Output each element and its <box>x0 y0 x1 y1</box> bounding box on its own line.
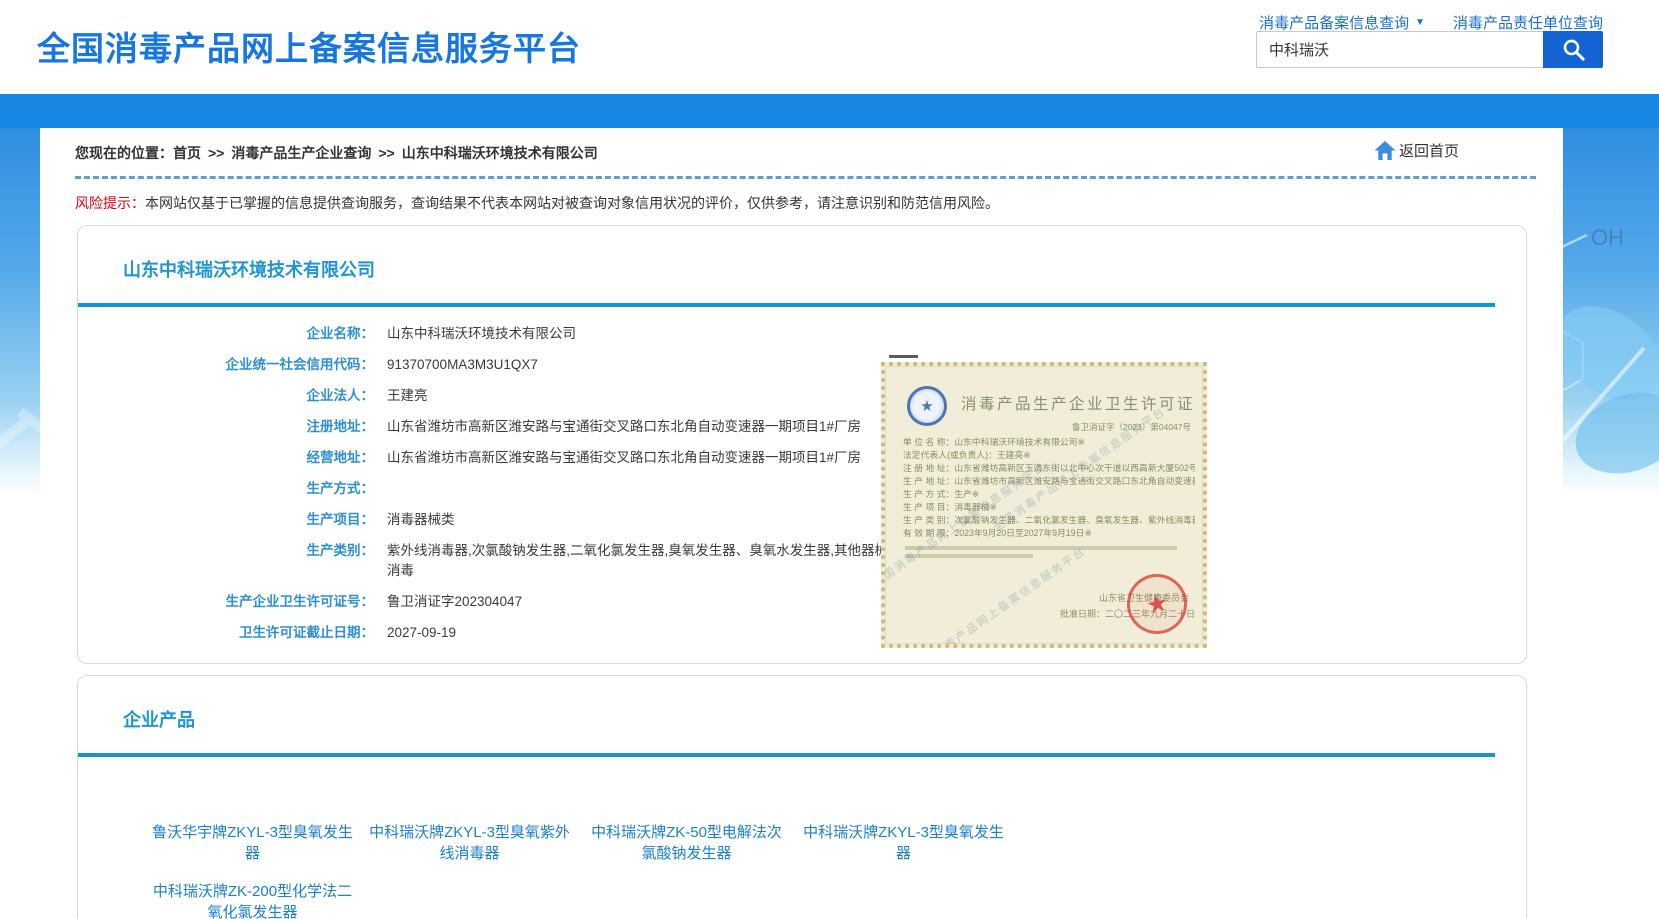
product-link[interactable]: 中科瑞沃牌ZKYL-3型臭氧紫外线消毒器 <box>367 822 572 864</box>
field-label: 生产方式： <box>78 479 374 499</box>
certificate-line: 注 册 地 址：山东省潍坊高新区玉清东街以北中心次干道以西高新大厦502号科研※ <box>903 462 1195 475</box>
small-dash-mark <box>889 355 918 358</box>
company-info-card: 山东中科瑞沃环境技术有限公司 企业名称： 山东中科瑞沃环境技术有限公司 企业统一… <box>77 225 1527 664</box>
field-row: 注册地址： 山东省潍坊市高新区潍安路与宝通街交叉路口东北角自动变速器一期项目1#… <box>78 417 898 437</box>
field-value: 91370700MA3M3U1QX7 <box>387 355 538 375</box>
field-value: 山东省潍坊市高新区潍安路与宝通街交叉路口东北角自动变速器一期项目1#厂房 <box>387 417 861 437</box>
products-heading: 企业产品 <box>123 706 195 732</box>
field-label: 经营地址： <box>78 448 374 468</box>
field-value: 王建亮 <box>387 386 428 406</box>
field-label: 生产企业卫生许可证号： <box>78 592 374 612</box>
site-header: 全国消毒产品网上备案信息服务平台 消毒产品备案信息查询 ▼ 消毒产品责任单位查询 <box>0 0 1659 94</box>
field-value: 紫外线消毒器,次氯酸钠发生器,二氧化氯发生器,臭氧发生器、臭氧水发生器,其他器械… <box>387 541 892 581</box>
search-input[interactable] <box>1256 31 1543 68</box>
field-row: 生产类别： 紫外线消毒器,次氯酸钠发生器,二氧化氯发生器,臭氧发生器、臭氧水发生… <box>78 541 898 581</box>
field-row: 经营地址： 山东省潍坊市高新区潍安路与宝通街交叉路口东北角自动变速器一期项目1#… <box>78 448 898 468</box>
field-row: 生产方式： <box>78 479 898 499</box>
svg-text:OH: OH <box>1591 225 1624 250</box>
breadcrumb-separator: >> <box>378 145 394 161</box>
field-label: 注册地址： <box>78 417 374 437</box>
caret-down-icon: ▼ <box>1415 17 1425 28</box>
field-label: 生产项目： <box>78 510 374 530</box>
field-row: 生产项目： 消毒器械类 <box>78 510 898 530</box>
product-link[interactable]: 鲁沃华宇牌ZKYL-3型臭氧发生器 <box>150 822 355 864</box>
breadcrumb-prefix: 您现在的位置： <box>75 145 173 161</box>
national-emblem-icon: ★ <box>907 386 947 426</box>
nav-responsible-unit-query-link[interactable]: 消毒产品责任单位查询 <box>1453 12 1603 33</box>
field-row: 企业法人： 王建亮 <box>78 386 898 406</box>
company-fields: 企业名称： 山东中科瑞沃环境技术有限公司 企业统一社会信用代码： 9137070… <box>78 324 898 654</box>
field-label: 企业法人： <box>78 386 374 406</box>
field-value: 山东中科瑞沃环境技术有限公司 <box>387 324 576 344</box>
section-divider <box>78 303 1495 307</box>
certificate-watermark: 全国消毒产品网上备案信息服务平台 <box>909 543 1089 648</box>
certificate-fine-print <box>905 546 1177 550</box>
field-label: 企业名称： <box>78 324 374 344</box>
red-seal-icon: ★ <box>1121 568 1192 639</box>
breadcrumb-current: 山东中科瑞沃环境技术有限公司 <box>402 145 598 161</box>
field-label: 卫生许可证截止日期： <box>78 623 374 643</box>
field-row: 卫生许可证截止日期： 2027-09-19 <box>78 623 898 643</box>
field-row: 企业名称： 山东中科瑞沃环境技术有限公司 <box>78 324 898 344</box>
field-label: 生产类别： <box>78 541 374 581</box>
certificate-line: 生 产 项 目：消毒器械※ <box>903 501 1195 514</box>
search-icon <box>1560 36 1587 63</box>
nav-filing-query-link[interactable]: 消毒产品备案信息查询 <box>1259 12 1409 33</box>
certificate-line: 法定代表人(或负责人)：王建亮※ <box>903 449 1195 462</box>
back-home-link[interactable]: 返回首页 <box>1373 140 1459 161</box>
product-link[interactable]: 中科瑞沃牌ZK-50型电解法次氯酸钠发生器 <box>584 822 789 864</box>
home-icon <box>1373 140 1397 161</box>
breadcrumb: 您现在的位置：首页 >> 消毒产品生产企业查询 >> 山东中科瑞沃环境技术有限公司 返回… <box>40 128 1563 163</box>
product-link[interactable]: 中科瑞沃牌ZKYL-3型臭氧发生器 <box>801 822 1006 864</box>
company-products-card: 企业产品 鲁沃华宇牌ZKYL-3型臭氧发生器 中科瑞沃牌ZKYL-3型臭氧紫外线… <box>77 675 1527 919</box>
company-name-heading: 山东中科瑞沃环境技术有限公司 <box>123 256 375 282</box>
nav-filing-query[interactable]: 消毒产品备案信息查询 ▼ <box>1259 12 1425 33</box>
breadcrumb-home-link[interactable]: 首页 <box>173 145 201 161</box>
license-certificate-image: ★ 消毒产品生产企业卫生许可证 鲁卫消证字（2023）第04047号 单 位 名… <box>881 362 1207 648</box>
main-content: 您现在的位置：首页 >> 消毒产品生产企业查询 >> 山东中科瑞沃环境技术有限公司 返回… <box>40 128 1563 919</box>
field-row: 生产企业卫生许可证号： 鲁卫消证字202304047 <box>78 592 898 612</box>
product-link[interactable]: 中科瑞沃牌ZK-200型化学法二氧化氯发生器 <box>150 881 355 919</box>
certificate-line: 单 位 名 称：山东中科瑞沃环境技术有限公司※ <box>903 436 1195 449</box>
section-divider <box>78 753 1495 757</box>
field-value: 鲁卫消证字202304047 <box>387 592 522 612</box>
field-value: 2027-09-19 <box>387 623 456 643</box>
banner-bar <box>0 94 1659 128</box>
search-button[interactable] <box>1543 31 1603 68</box>
breadcrumb-separator: >> <box>208 145 224 161</box>
back-home-label: 返回首页 <box>1399 140 1459 161</box>
risk-notice-label: 风险提示： <box>75 195 145 211</box>
site-title: 全国消毒产品网上备案信息服务平台 <box>37 22 581 70</box>
top-nav: 消毒产品备案信息查询 ▼ 消毒产品责任单位查询 <box>1259 12 1603 33</box>
field-value: 消毒器械类 <box>387 510 455 530</box>
field-label: 企业统一社会信用代码： <box>78 355 374 375</box>
search-bar <box>1256 31 1603 68</box>
field-row: 企业统一社会信用代码： 91370700MA3M3U1QX7 <box>78 355 898 375</box>
risk-notice: 风险提示：本网站仅基于已掌握的信息提供查询服务，查询结果不代表本网站对被查询对象… <box>40 179 1563 213</box>
seal-star: ★ <box>1143 588 1170 621</box>
breadcrumb-company-query-link[interactable]: 消毒产品生产企业查询 <box>231 145 371 161</box>
product-list: 鲁沃华宇牌ZKYL-3型臭氧发生器 中科瑞沃牌ZKYL-3型臭氧紫外线消毒器 中… <box>150 822 1110 919</box>
risk-notice-text: 本网站仅基于已掌握的信息提供查询服务，查询结果不代表本网站对被查询对象信用状况的… <box>145 195 999 211</box>
field-value: 山东省潍坊市高新区潍安路与宝通街交叉路口东北角自动变速器一期项目1#厂房 <box>387 448 861 468</box>
